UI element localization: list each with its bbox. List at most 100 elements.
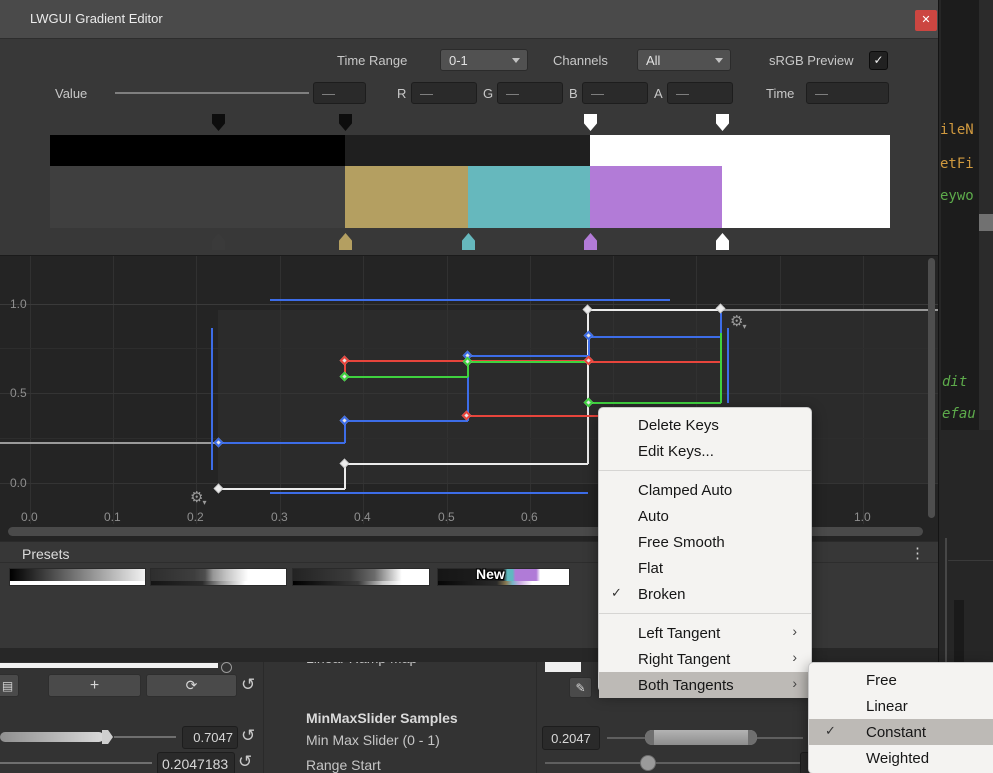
- gradient-alpha-segment[interactable]: [345, 135, 590, 166]
- left-slider2-track[interactable]: [0, 762, 152, 764]
- srgb-preview-checkbox[interactable]: ✓: [869, 51, 888, 70]
- gear-icon[interactable]: ⚙▾: [730, 312, 747, 330]
- panel-dark-column: [954, 600, 964, 662]
- gradient-color-segment[interactable]: [468, 166, 590, 228]
- a-field[interactable]: —: [667, 82, 733, 104]
- channels-value: All: [646, 53, 660, 68]
- save-preset-button[interactable]: ▤: [0, 674, 19, 697]
- gradient-color-segment[interactable]: [590, 166, 722, 228]
- window-title: LWGUI Gradient Editor: [30, 11, 163, 26]
- check-icon: ✓: [611, 585, 622, 601]
- submenu-item-constant[interactable]: ✓Constant: [809, 719, 993, 745]
- preset-swatch[interactable]: New: [437, 568, 570, 586]
- color-picker-icon[interactable]: [221, 662, 232, 673]
- submenu-arrow-icon: ›: [792, 623, 797, 639]
- color-key-marker[interactable]: [212, 233, 225, 250]
- curve-segment: [211, 328, 213, 470]
- preset-swatch[interactable]: [292, 568, 430, 586]
- channels-label: Channels: [553, 53, 608, 68]
- range-start-track[interactable]: [545, 762, 803, 764]
- time-range-label: Time Range: [337, 53, 407, 68]
- range-start-handle[interactable]: [640, 755, 656, 771]
- menu-item-right-tangent[interactable]: Right Tangent›: [599, 646, 811, 672]
- tangent-submenu: FreeLinear✓Constant Weighted: [808, 662, 993, 773]
- menu-item-label: Auto: [638, 508, 669, 525]
- submenu-item-linear[interactable]: Linear: [809, 693, 993, 719]
- menu-item-flat[interactable]: Flat: [599, 555, 811, 581]
- time-range-dropdown[interactable]: 0-1: [440, 49, 528, 71]
- edit-ramp-button[interactable]: ✎: [569, 677, 592, 698]
- preset-swatch-top: [293, 569, 429, 581]
- minmax-slider-range[interactable]: [645, 730, 757, 745]
- minmax-slider-min-handle[interactable]: [645, 730, 654, 745]
- minmax-value-field[interactable]: 0.2047: [542, 726, 600, 750]
- x-axis-tick-label: 0.0: [21, 510, 38, 524]
- value-field[interactable]: —: [313, 82, 366, 104]
- refresh-button[interactable]: ⟳: [146, 674, 237, 697]
- menu-item-auto[interactable]: Auto: [599, 503, 811, 529]
- add-button[interactable]: +: [48, 674, 141, 697]
- gradient-alpha-segment[interactable]: [50, 135, 345, 166]
- alpha-key-marker[interactable]: [212, 114, 225, 131]
- gradient-alpha-row[interactable]: [0, 135, 938, 166]
- menu-item-clamped-auto[interactable]: Clamped Auto: [599, 477, 811, 503]
- gear-icon[interactable]: ⚙▾: [190, 488, 207, 506]
- color-key-marker[interactable]: [462, 233, 475, 250]
- close-button[interactable]: ✕: [915, 10, 937, 31]
- submenu-item-weighted[interactable]: Weighted: [809, 745, 993, 771]
- left-slider-fill[interactable]: [0, 732, 104, 742]
- curve-segment: [721, 309, 938, 311]
- left-slider-track[interactable]: [114, 736, 176, 738]
- gradient-color-row[interactable]: [0, 166, 938, 228]
- undo-icon[interactable]: ↺: [238, 752, 252, 772]
- gradient-color-segment[interactable]: [722, 166, 890, 228]
- menu-item-delete-keys[interactable]: Delete Keys: [599, 412, 811, 438]
- plus-icon: +: [90, 677, 99, 695]
- minmax-slider-max-handle[interactable]: [748, 730, 757, 745]
- color-key-marker[interactable]: [339, 233, 352, 250]
- gradient-alpha-segment[interactable]: [590, 135, 890, 166]
- undo-icon[interactable]: ↺: [241, 675, 255, 695]
- slider2-value-field[interactable]: 0.2047183: [157, 752, 235, 773]
- time-range-value: 0-1: [449, 53, 468, 68]
- alpha-key-marker[interactable]: [339, 114, 352, 131]
- menu-item-left-tangent[interactable]: Left Tangent›: [599, 620, 811, 646]
- preset-swatch[interactable]: [150, 568, 287, 586]
- curve-segment: [589, 336, 721, 338]
- curve-segment: [468, 355, 589, 357]
- refresh-icon: ⟳: [186, 677, 198, 694]
- color-key-marker[interactable]: [716, 233, 729, 250]
- gradient-color-segment[interactable]: [50, 166, 345, 228]
- g-field[interactable]: —: [497, 82, 563, 104]
- channels-dropdown[interactable]: All: [637, 49, 731, 71]
- left-slider-handle[interactable]: [102, 730, 113, 744]
- gradient-color-segment[interactable]: [345, 166, 468, 228]
- preset-swatch-top: [10, 569, 145, 581]
- scrollbar-thumb[interactable]: [979, 214, 993, 231]
- time-field[interactable]: —: [806, 82, 889, 104]
- b-field[interactable]: —: [582, 82, 648, 104]
- gradient-editor-window: LWGUI Gradient Editor ✕ Time Range 0-1 C…: [0, 0, 993, 773]
- y-axis-tick-label: 0.0: [10, 476, 27, 490]
- menu-item-both-tangents[interactable]: Both Tangents›: [599, 672, 811, 698]
- new-preset-button[interactable]: New: [476, 566, 505, 582]
- kebab-menu-icon[interactable]: ⋮: [910, 544, 925, 562]
- submenu-item-label: Weighted: [866, 750, 929, 767]
- r-field[interactable]: —: [411, 82, 477, 104]
- slider1-value-field[interactable]: 0.7047: [182, 726, 238, 749]
- preset-swatch[interactable]: [9, 568, 146, 586]
- menu-item-broken[interactable]: ✓Broken: [599, 581, 811, 607]
- curve-segment: [345, 420, 468, 422]
- curve-vertical-scrollbar[interactable]: [928, 258, 935, 518]
- pencil-icon: ✎: [575, 681, 585, 695]
- submenu-item-free[interactable]: Free: [809, 667, 993, 693]
- menu-item-free-smooth[interactable]: Free Smooth: [599, 529, 811, 555]
- color-key-marker[interactable]: [584, 233, 597, 250]
- alpha-key-marker[interactable]: [716, 114, 729, 131]
- code-text: etFi: [940, 156, 974, 172]
- menu-item-edit-keys-[interactable]: Edit Keys...: [599, 438, 811, 464]
- alpha-key-marker[interactable]: [584, 114, 597, 131]
- value-slider[interactable]: [115, 92, 309, 94]
- gradient-preview-bar: [0, 663, 218, 668]
- undo-icon[interactable]: ↺: [241, 726, 255, 746]
